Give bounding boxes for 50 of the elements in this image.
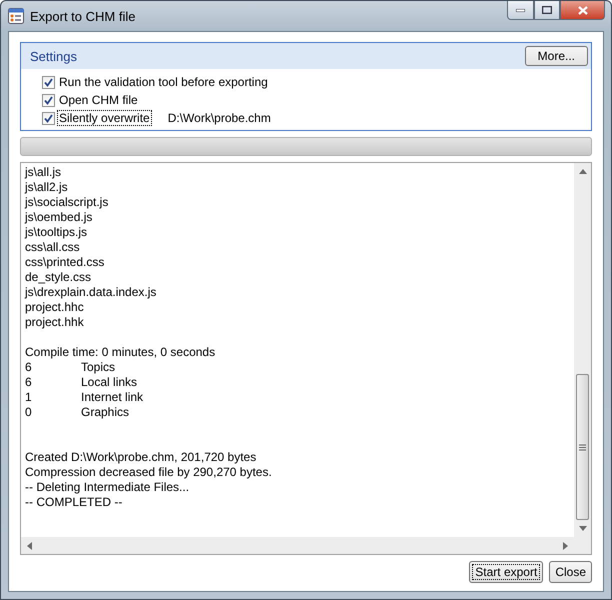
checkbox[interactable]	[42, 112, 55, 124]
log-line: js\socialscript.js	[25, 195, 108, 210]
log-line: project.hhc	[25, 300, 84, 315]
minimize-icon	[516, 8, 525, 12]
app-icon	[8, 8, 24, 24]
more-button[interactable]: More...	[524, 46, 588, 66]
log-line: css\printed.css	[25, 255, 104, 270]
close-icon	[578, 6, 588, 14]
scroll-left-icon[interactable]	[27, 542, 32, 550]
stat-count: 1	[25, 390, 32, 404]
log-line: js\all2.js	[25, 180, 68, 195]
log-line: js\tooltips.js	[25, 225, 88, 240]
stat-count: 0	[25, 405, 32, 419]
checkbox-label[interactable]: Run the validation tool before exporting	[58, 75, 269, 89]
log-line: js\all.js	[25, 165, 62, 180]
dialog-button[interactable]: Close	[549, 561, 592, 583]
stat-label: Topics	[81, 360, 116, 375]
log-line: css\all.css	[25, 240, 80, 255]
stat-label: Graphics	[81, 405, 130, 420]
settings-title: Settings	[30, 48, 77, 64]
checkbox-label[interactable]: Open CHM file	[58, 93, 139, 107]
log-line: project.hhk	[25, 315, 84, 330]
vertical-scrollbar[interactable]	[574, 163, 591, 537]
maximize-button[interactable]	[534, 1, 560, 20]
scroll-down-icon[interactable]	[578, 526, 586, 531]
log-line: Created D:\Work\probe.chm, 201,720 bytes	[25, 450, 256, 465]
stat-count: 6	[25, 375, 32, 389]
log-line: Compile time: 0 minutes, 0 seconds	[25, 345, 216, 360]
scroll-up-icon[interactable]	[578, 169, 586, 174]
stat-count: 6	[25, 360, 32, 374]
scroll-right-icon[interactable]	[563, 542, 568, 550]
log-line: -- COMPLETED --	[25, 495, 122, 510]
log-line: js\oembed.js	[25, 210, 92, 225]
stat-label: Internet link	[81, 390, 144, 405]
checkbox[interactable]	[42, 94, 55, 106]
horizontal-scrollbar[interactable]	[21, 537, 574, 554]
stat-label: Local links	[81, 375, 138, 390]
checkbox[interactable]	[42, 76, 55, 88]
log-line: Compression decreased file by 290,270 bytes.	[25, 465, 272, 480]
window-title: Export to CHM file	[30, 8, 136, 24]
log-line: js\drexplain.data.index.js	[25, 285, 156, 300]
scroll-thumb[interactable]	[576, 374, 589, 520]
minimize-button[interactable]	[507, 1, 534, 20]
file-path: D:\Work\probe.chm	[168, 111, 271, 125]
close-button[interactable]	[560, 1, 605, 20]
log-line: -- Deleting Intermediate Files...	[25, 480, 190, 495]
dialog-button[interactable]: Start export	[469, 561, 544, 583]
checkbox-label[interactable]: Silently overwrite	[58, 111, 151, 125]
log-line: de_style.css	[25, 270, 92, 285]
maximize-icon	[542, 6, 552, 14]
